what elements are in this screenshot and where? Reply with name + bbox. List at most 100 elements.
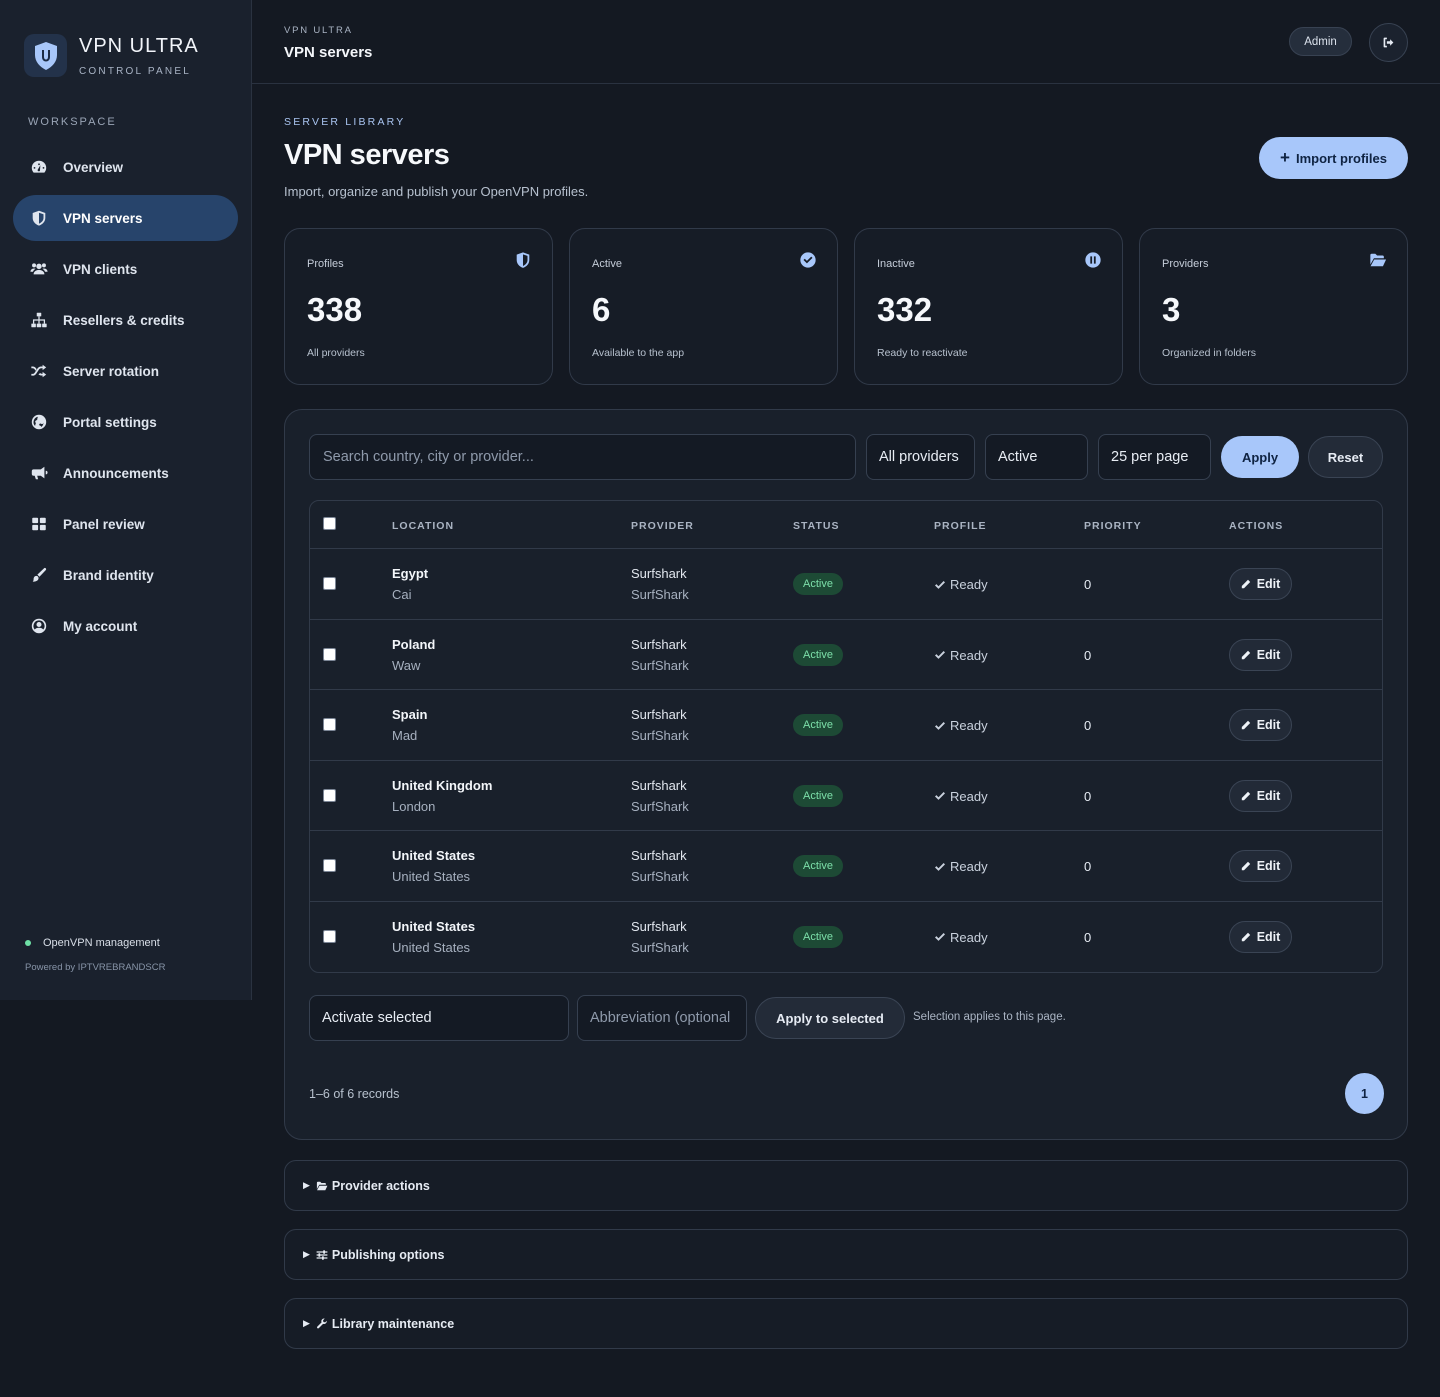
sidebar-item-my-account[interactable]: My account bbox=[13, 603, 238, 649]
status-badge: Active bbox=[793, 855, 843, 877]
edit-button[interactable]: Edit bbox=[1229, 568, 1292, 600]
sidebar-item-portal-settings[interactable]: Portal settings bbox=[13, 399, 238, 445]
row-checkbox[interactable] bbox=[323, 859, 336, 872]
disclosure-triangle-icon: ▶ bbox=[303, 1180, 310, 1190]
shield-icon bbox=[514, 251, 532, 269]
row-checkbox[interactable] bbox=[323, 718, 336, 731]
provider-name: Surfshark bbox=[631, 636, 687, 652]
page-title: VPN servers bbox=[284, 139, 450, 171]
reset-filters-button[interactable]: Reset bbox=[1308, 436, 1383, 478]
priority-value: 0 bbox=[1084, 718, 1092, 733]
sidebar-item-brand-identity[interactable]: Brand identity bbox=[13, 552, 238, 598]
location-country: United States bbox=[392, 918, 476, 934]
provider-folder: SurfShark bbox=[631, 657, 689, 673]
workspace-label: WORKSPACE bbox=[28, 116, 117, 128]
provider-folder: SurfShark bbox=[631, 869, 689, 884]
page-button-1[interactable]: 1 bbox=[1345, 1073, 1384, 1114]
stat-note: Organized in folders bbox=[1162, 347, 1256, 359]
location-city: London bbox=[392, 798, 436, 814]
check-icon bbox=[935, 862, 945, 871]
edit-label: Edit bbox=[1256, 647, 1281, 662]
pencil-icon bbox=[1241, 650, 1250, 659]
row-checkbox[interactable] bbox=[323, 788, 336, 802]
sidebar-item-label: Resellers & credits bbox=[63, 312, 185, 328]
import-profiles-button[interactable]: + Import profiles bbox=[1259, 137, 1408, 179]
status-line: OpenVPN management bbox=[25, 937, 165, 949]
location-country: Egypt bbox=[392, 566, 429, 581]
topbar-title: VPN servers bbox=[284, 44, 373, 61]
provider-folder: SurfShark bbox=[631, 798, 689, 814]
stat-card-inactive: Inactive 332 Ready to reactivate bbox=[854, 228, 1123, 385]
profile-status-text: Ready bbox=[950, 718, 988, 733]
sidebar-item-label: Panel review bbox=[63, 516, 145, 532]
publishing-options-toggle[interactable]: ▶ Publishing options bbox=[284, 1229, 1408, 1280]
library-maintenance-toggle[interactable]: ▶ Library maintenance bbox=[284, 1298, 1408, 1349]
select-all-checkbox[interactable] bbox=[323, 517, 336, 530]
row-checkbox[interactable] bbox=[323, 647, 336, 661]
column-header-location[interactable]: LOCATION bbox=[392, 520, 454, 532]
section-label: Library maintenance bbox=[331, 1316, 455, 1331]
brand[interactable]: VPN ULTRA CONTROL PANEL bbox=[24, 34, 199, 77]
table-row: Egypt Cai Surfshark SurfShark Active Rea… bbox=[310, 549, 1382, 620]
sidebar-item-label: VPN clients bbox=[63, 261, 138, 277]
sidebar-item-vpn-clients[interactable]: VPN clients bbox=[13, 246, 238, 292]
stat-value: 3 bbox=[1162, 291, 1181, 328]
edit-button[interactable]: Edit bbox=[1229, 638, 1292, 671]
breadcrumb: VPN ULTRA bbox=[284, 25, 353, 36]
per-page-select[interactable]: 25 per page bbox=[1098, 434, 1211, 480]
gauge-icon bbox=[29, 157, 49, 177]
profile-status: Ready bbox=[934, 577, 988, 592]
column-header-profile[interactable]: PROFILE bbox=[934, 520, 987, 532]
column-header-provider[interactable]: PROVIDER bbox=[631, 520, 694, 532]
sitemap-icon bbox=[29, 310, 49, 330]
apply-to-selected-button[interactable]: Apply to selected bbox=[755, 997, 905, 1039]
bulk-action-select[interactable]: Activate selected bbox=[309, 995, 569, 1041]
pencil-icon bbox=[1241, 579, 1250, 589]
profile-status: Ready bbox=[934, 930, 988, 945]
stat-label: Providers bbox=[1162, 258, 1209, 270]
sidebar: VPN ULTRA CONTROL PANEL WORKSPACE Overvi… bbox=[0, 0, 252, 1000]
provider-actions-toggle[interactable]: ▶ Provider actions bbox=[284, 1160, 1408, 1211]
abbreviation-input[interactable] bbox=[577, 995, 747, 1041]
status-badge: Active bbox=[793, 925, 843, 948]
provider-select[interactable]: All providers bbox=[866, 434, 975, 480]
provider-folder: SurfShark bbox=[631, 587, 689, 602]
provider-name: Surfshark bbox=[631, 707, 687, 722]
logout-button[interactable] bbox=[1369, 23, 1408, 62]
admin-badge[interactable]: Admin bbox=[1289, 27, 1352, 56]
row-checkbox[interactable] bbox=[323, 929, 336, 943]
column-header-priority[interactable]: PRIORITY bbox=[1084, 520, 1142, 532]
edit-button[interactable]: Edit bbox=[1229, 920, 1292, 953]
profile-status-text: Ready bbox=[950, 929, 988, 945]
row-checkbox[interactable] bbox=[323, 577, 336, 590]
check-icon bbox=[935, 721, 945, 730]
edit-button[interactable]: Edit bbox=[1229, 709, 1292, 741]
search-input[interactable] bbox=[309, 434, 856, 480]
pause-circle-icon bbox=[1084, 251, 1102, 269]
check-icon bbox=[935, 792, 945, 800]
check-icon bbox=[935, 580, 945, 589]
status-select[interactable]: Active bbox=[985, 434, 1088, 480]
check-icon bbox=[935, 651, 945, 659]
provider-name: Surfshark bbox=[631, 848, 687, 863]
apply-filters-button[interactable]: Apply bbox=[1221, 436, 1299, 478]
sidebar-item-resellers[interactable]: Resellers & credits bbox=[13, 297, 238, 343]
disclosure-triangle-icon: ▶ bbox=[303, 1318, 310, 1328]
stat-card-active: Active 6 Available to the app bbox=[569, 228, 838, 385]
stat-note: All providers bbox=[307, 347, 365, 359]
sidebar-item-overview[interactable]: Overview bbox=[13, 144, 238, 190]
sidebar-item-server-rotation[interactable]: Server rotation bbox=[13, 348, 238, 394]
sidebar-item-label: Portal settings bbox=[63, 414, 157, 430]
sidebar-item-panel-review[interactable]: Panel review bbox=[13, 501, 238, 547]
sidebar-item-announcements[interactable]: Announcements bbox=[13, 450, 238, 496]
sidebar-item-vpn-servers[interactable]: VPN servers bbox=[13, 195, 238, 241]
profile-status-text: Ready bbox=[950, 788, 988, 804]
location-city: United States bbox=[392, 939, 471, 955]
topbar: VPN ULTRA VPN servers Admin bbox=[252, 0, 1440, 84]
edit-button[interactable]: Edit bbox=[1229, 779, 1292, 812]
provider-folder: SurfShark bbox=[631, 939, 689, 955]
column-header-status[interactable]: STATUS bbox=[793, 520, 839, 532]
priority-value: 0 bbox=[1084, 859, 1092, 874]
edit-button[interactable]: Edit bbox=[1229, 850, 1292, 882]
provider-folder: SurfShark bbox=[631, 728, 689, 743]
